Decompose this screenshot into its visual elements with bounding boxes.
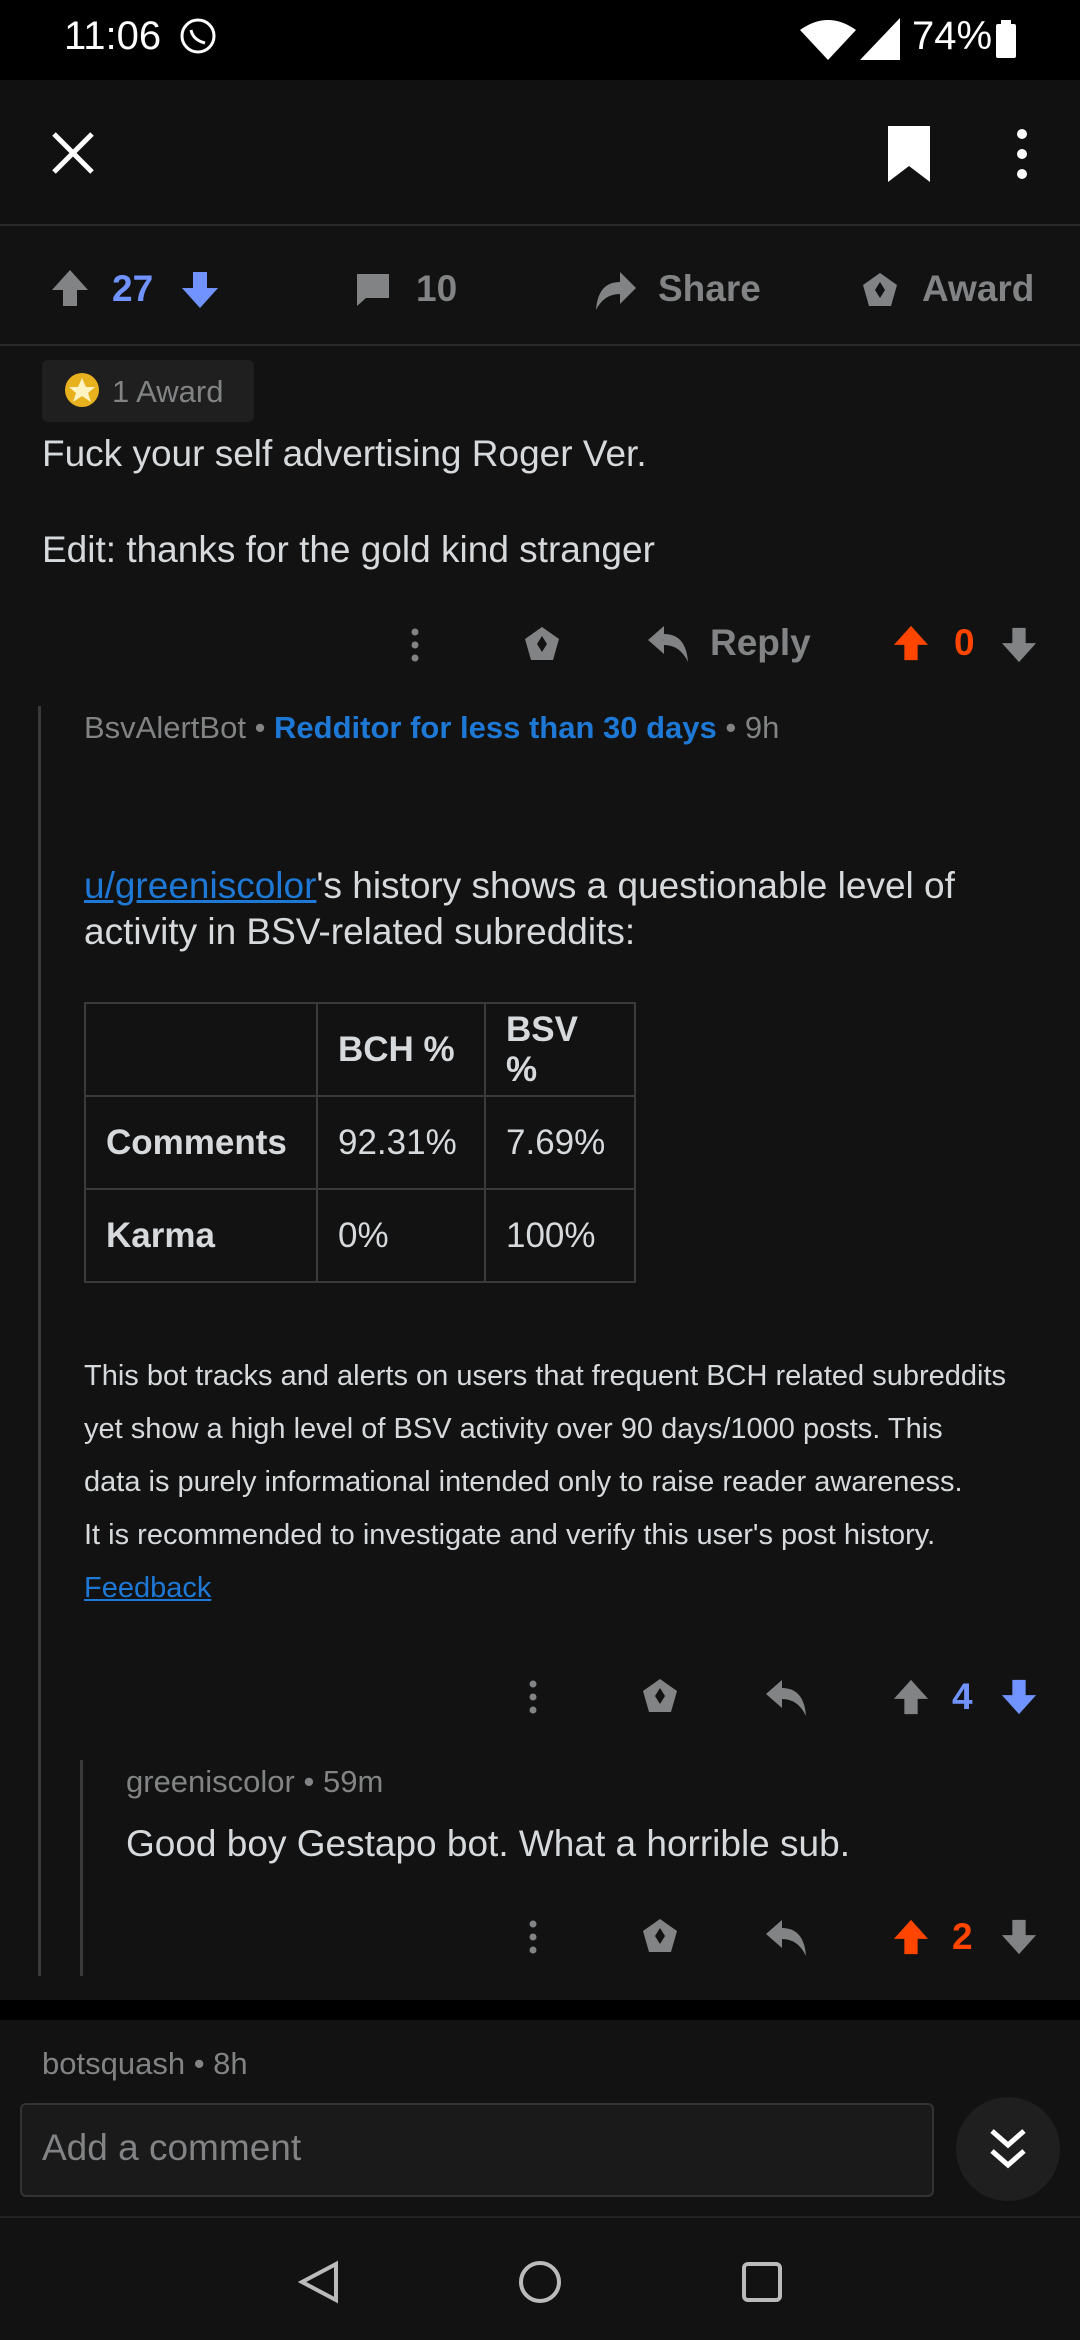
activity-table: BCH % BSV % Comments 92.31% 7.69% Karma … bbox=[84, 1002, 636, 1283]
table-cell: 7.69% bbox=[484, 1095, 636, 1190]
downvote-icon[interactable] bbox=[1000, 1918, 1038, 1956]
double-chevron-down-icon bbox=[988, 2127, 1028, 2171]
comment-meta: botsquash • 8h bbox=[42, 2046, 248, 2081]
share-icon[interactable] bbox=[596, 272, 636, 310]
wifi-icon bbox=[800, 18, 856, 60]
bot-intro: u/greeniscolor's history shows a questio… bbox=[84, 862, 1044, 910]
table-cell: Karma bbox=[84, 1188, 318, 1283]
top-app-bar bbox=[0, 80, 1080, 226]
viber-icon bbox=[178, 16, 218, 56]
share-button[interactable]: Share bbox=[658, 268, 761, 310]
reply-icon[interactable] bbox=[648, 626, 688, 662]
downvote-icon[interactable] bbox=[1000, 1678, 1038, 1716]
award-badge[interactable]: 1 Award bbox=[42, 360, 254, 422]
post-score: 27 bbox=[112, 268, 154, 309]
comment-meta: greeniscolor • 59m bbox=[126, 1764, 384, 1799]
post-action-bar: 27 10 Share Award bbox=[0, 228, 1080, 346]
more-options-icon[interactable] bbox=[410, 628, 420, 662]
bot-intro-line2: activity in BSV-related subreddits: bbox=[84, 911, 636, 952]
award-icon[interactable] bbox=[640, 1916, 680, 1956]
status-bar: 11:06 74% bbox=[0, 0, 1080, 80]
comment-score: 0 bbox=[954, 622, 975, 663]
bot-note-line: data is purely informational intended on… bbox=[84, 1466, 963, 1498]
comment-author[interactable]: botsquash bbox=[42, 2046, 185, 2081]
comment-body-line: Edit: thanks for the gold kind stranger bbox=[42, 529, 655, 570]
comment-count[interactable]: 10 bbox=[416, 268, 457, 310]
bot-note-line: It is recommended to investigate and ver… bbox=[84, 1519, 936, 1551]
add-comment-input[interactable]: Add a comment bbox=[20, 2103, 934, 2197]
comment-score: 2 bbox=[952, 1916, 973, 1957]
comment-author[interactable]: BsvAlertBot bbox=[84, 710, 246, 745]
table-cell: Comments bbox=[84, 1095, 318, 1190]
table-cell: BSV % bbox=[484, 1002, 636, 1097]
comment-age: 9h bbox=[744, 710, 780, 745]
upvote-icon[interactable] bbox=[892, 1678, 930, 1716]
comment-author[interactable]: greeniscolor bbox=[126, 1764, 295, 1799]
comment-divider bbox=[0, 2000, 1080, 2020]
upvote-icon[interactable] bbox=[892, 624, 930, 662]
intro-text: 's history shows a questionable level of bbox=[316, 865, 955, 906]
table-cell bbox=[84, 1002, 318, 1097]
bot-note-line: This bot tracks and alerts on users that… bbox=[84, 1360, 1007, 1392]
downvote-icon[interactable] bbox=[1000, 626, 1038, 664]
reply-button[interactable]: Reply bbox=[710, 622, 811, 664]
reply-icon[interactable] bbox=[766, 1920, 806, 1956]
back-icon[interactable] bbox=[298, 2260, 340, 2304]
upvote-icon[interactable] bbox=[50, 268, 90, 308]
feedback-link[interactable]: Feedback bbox=[84, 1562, 211, 1615]
award-icon[interactable] bbox=[860, 270, 900, 310]
user-link[interactable]: u/greeniscolor bbox=[84, 865, 316, 906]
bot-note-line: yet show a high level of BSV activity ov… bbox=[84, 1413, 943, 1445]
thread-line[interactable] bbox=[80, 1760, 83, 1976]
more-options-icon[interactable] bbox=[528, 1680, 538, 1714]
reply-icon[interactable] bbox=[766, 1680, 806, 1716]
table-header-row: BCH % BSV % bbox=[84, 1002, 636, 1097]
next-comment-button[interactable] bbox=[956, 2097, 1060, 2201]
comment-meta: BsvAlertBot • Redditor for less than 30 … bbox=[84, 710, 780, 745]
more-options-icon[interactable] bbox=[528, 1920, 538, 1954]
comment-body-line: Fuck your self advertising Roger Ver. bbox=[42, 433, 647, 474]
bookmark-icon[interactable] bbox=[888, 126, 930, 182]
table-cell: 0% bbox=[316, 1188, 486, 1283]
gold-award-icon bbox=[64, 372, 100, 408]
award-button[interactable]: Award bbox=[922, 268, 1034, 310]
table-row: Karma 0% 100% bbox=[84, 1188, 636, 1283]
close-icon[interactable] bbox=[50, 130, 96, 176]
battery-percent: 74% bbox=[912, 14, 993, 58]
user-flair: Redditor for less than 30 days bbox=[274, 710, 717, 745]
table-cell: BCH % bbox=[316, 1002, 486, 1097]
battery-icon bbox=[996, 20, 1016, 58]
comment-age: 8h bbox=[213, 2046, 248, 2081]
award-badge-label: 1 Award bbox=[112, 374, 224, 409]
comment-body-line: Good boy Gestapo bot. What a horrible su… bbox=[126, 1823, 850, 1864]
signal-icon bbox=[860, 18, 900, 60]
upvote-icon[interactable] bbox=[892, 1918, 930, 1956]
table-cell: 100% bbox=[484, 1188, 636, 1283]
comment-bubble-icon[interactable] bbox=[354, 272, 392, 308]
award-icon[interactable] bbox=[640, 1676, 680, 1716]
comment-age: 59m bbox=[322, 1764, 384, 1799]
status-time: 11:06 bbox=[64, 14, 162, 58]
home-icon[interactable] bbox=[518, 2260, 562, 2304]
system-nav-bar bbox=[0, 2216, 1080, 2340]
table-row: Comments 92.31% 7.69% bbox=[84, 1095, 636, 1190]
downvote-icon[interactable] bbox=[180, 270, 220, 310]
comment-score: 4 bbox=[952, 1676, 973, 1717]
award-icon[interactable] bbox=[522, 624, 562, 664]
thread-line[interactable] bbox=[38, 706, 41, 1976]
more-options-icon[interactable] bbox=[1014, 128, 1030, 180]
recents-icon[interactable] bbox=[742, 2262, 782, 2302]
table-cell: 92.31% bbox=[316, 1095, 486, 1190]
